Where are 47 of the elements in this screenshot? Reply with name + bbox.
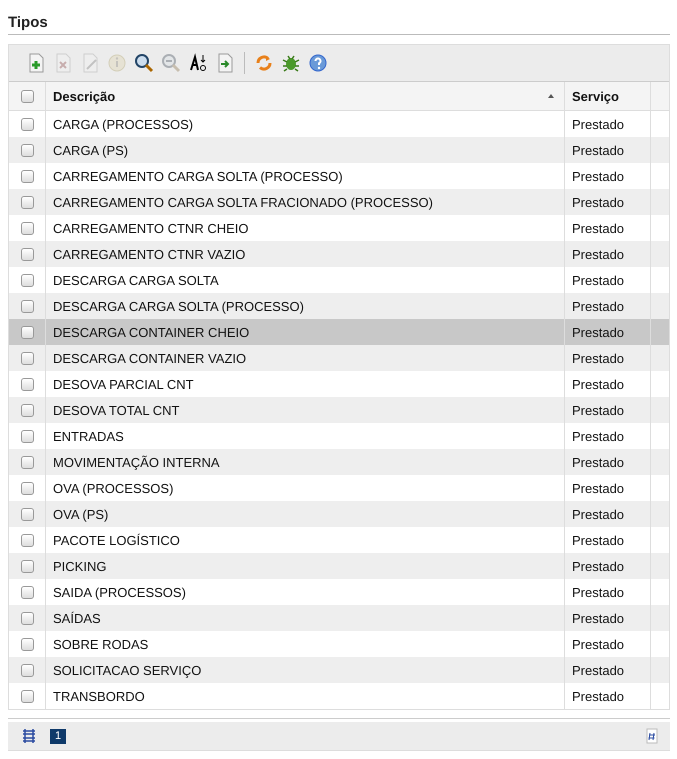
table-row[interactable]: DESOVA TOTAL CNT Prestado xyxy=(9,397,669,423)
row-checkbox[interactable] xyxy=(20,482,34,494)
row-checkbox[interactable] xyxy=(20,560,34,572)
row-checkbox[interactable] xyxy=(20,196,34,208)
section-title: Tipos xyxy=(8,10,670,35)
row-checkbox[interactable] xyxy=(20,378,34,390)
row-checkbox[interactable] xyxy=(20,274,34,286)
row-checkbox[interactable] xyxy=(20,664,34,676)
row-checkbox[interactable] xyxy=(20,586,34,598)
table-row[interactable]: DESCARGA CONTAINER VAZIO Prestado xyxy=(9,345,669,371)
row-checkbox[interactable] xyxy=(20,430,34,442)
help-icon[interactable] xyxy=(307,52,329,74)
table-row[interactable]: CARREGAMENTO CTNR VAZIO Prestado xyxy=(9,241,669,267)
table-cell: TRANSBORDO xyxy=(46,683,565,709)
row-checkbox[interactable] xyxy=(20,638,34,650)
table-row[interactable]: DESCARGA CARGA SOLTA (PROCESSO) Prestado xyxy=(9,293,669,319)
column-header[interactable]: Serviço xyxy=(572,88,619,104)
table-row[interactable]: CARREGAMENTO CARGA SOLTA FRACIONADO (PROCESSO) Prestado xyxy=(9,189,669,215)
table-row[interactable]: SOLICITACAO SERVIÇO Prestado xyxy=(9,657,669,683)
table-row[interactable]: PICKING Prestado xyxy=(9,553,669,579)
search-icon[interactable] xyxy=(133,52,155,74)
row-checkbox[interactable] xyxy=(20,326,34,338)
row-checkbox[interactable] xyxy=(20,222,34,234)
row-checkbox[interactable] xyxy=(20,534,34,546)
resize-icon[interactable] xyxy=(20,728,38,744)
row-checkbox[interactable] xyxy=(20,352,34,364)
table-row[interactable]: MOVIMENTAÇÃO INTERNA Prestado xyxy=(9,449,669,475)
page-hash-icon[interactable] xyxy=(646,728,658,744)
table-row[interactable]: CARGA (PS) Prestado xyxy=(9,137,669,163)
row-checkbox[interactable] xyxy=(20,690,34,702)
table-cell: Prestado xyxy=(565,683,651,709)
row-checkbox[interactable] xyxy=(20,248,34,260)
table-row[interactable]: SAÍDAS Prestado xyxy=(9,605,669,631)
row-checkbox[interactable] xyxy=(20,404,34,416)
row-checkbox[interactable] xyxy=(20,300,34,312)
table-row[interactable]: OVA (PS) Prestado xyxy=(9,501,669,527)
row-checkbox[interactable] xyxy=(20,118,34,130)
column-header[interactable]: Descrição xyxy=(53,88,116,104)
row-checkbox[interactable] xyxy=(20,456,34,468)
row-checkbox[interactable] xyxy=(20,612,34,624)
page-button[interactable]: 1 xyxy=(50,728,66,744)
row-checkbox[interactable] xyxy=(20,508,34,520)
row-checkbox[interactable] xyxy=(20,170,34,182)
row-checkbox[interactable] xyxy=(20,144,34,156)
sort-icon[interactable] xyxy=(187,52,209,74)
selected-table-row[interactable]: DESCARGA CONTAINER CHEIO Prestado xyxy=(9,319,669,345)
select-all-checkbox[interactable] xyxy=(20,90,34,102)
